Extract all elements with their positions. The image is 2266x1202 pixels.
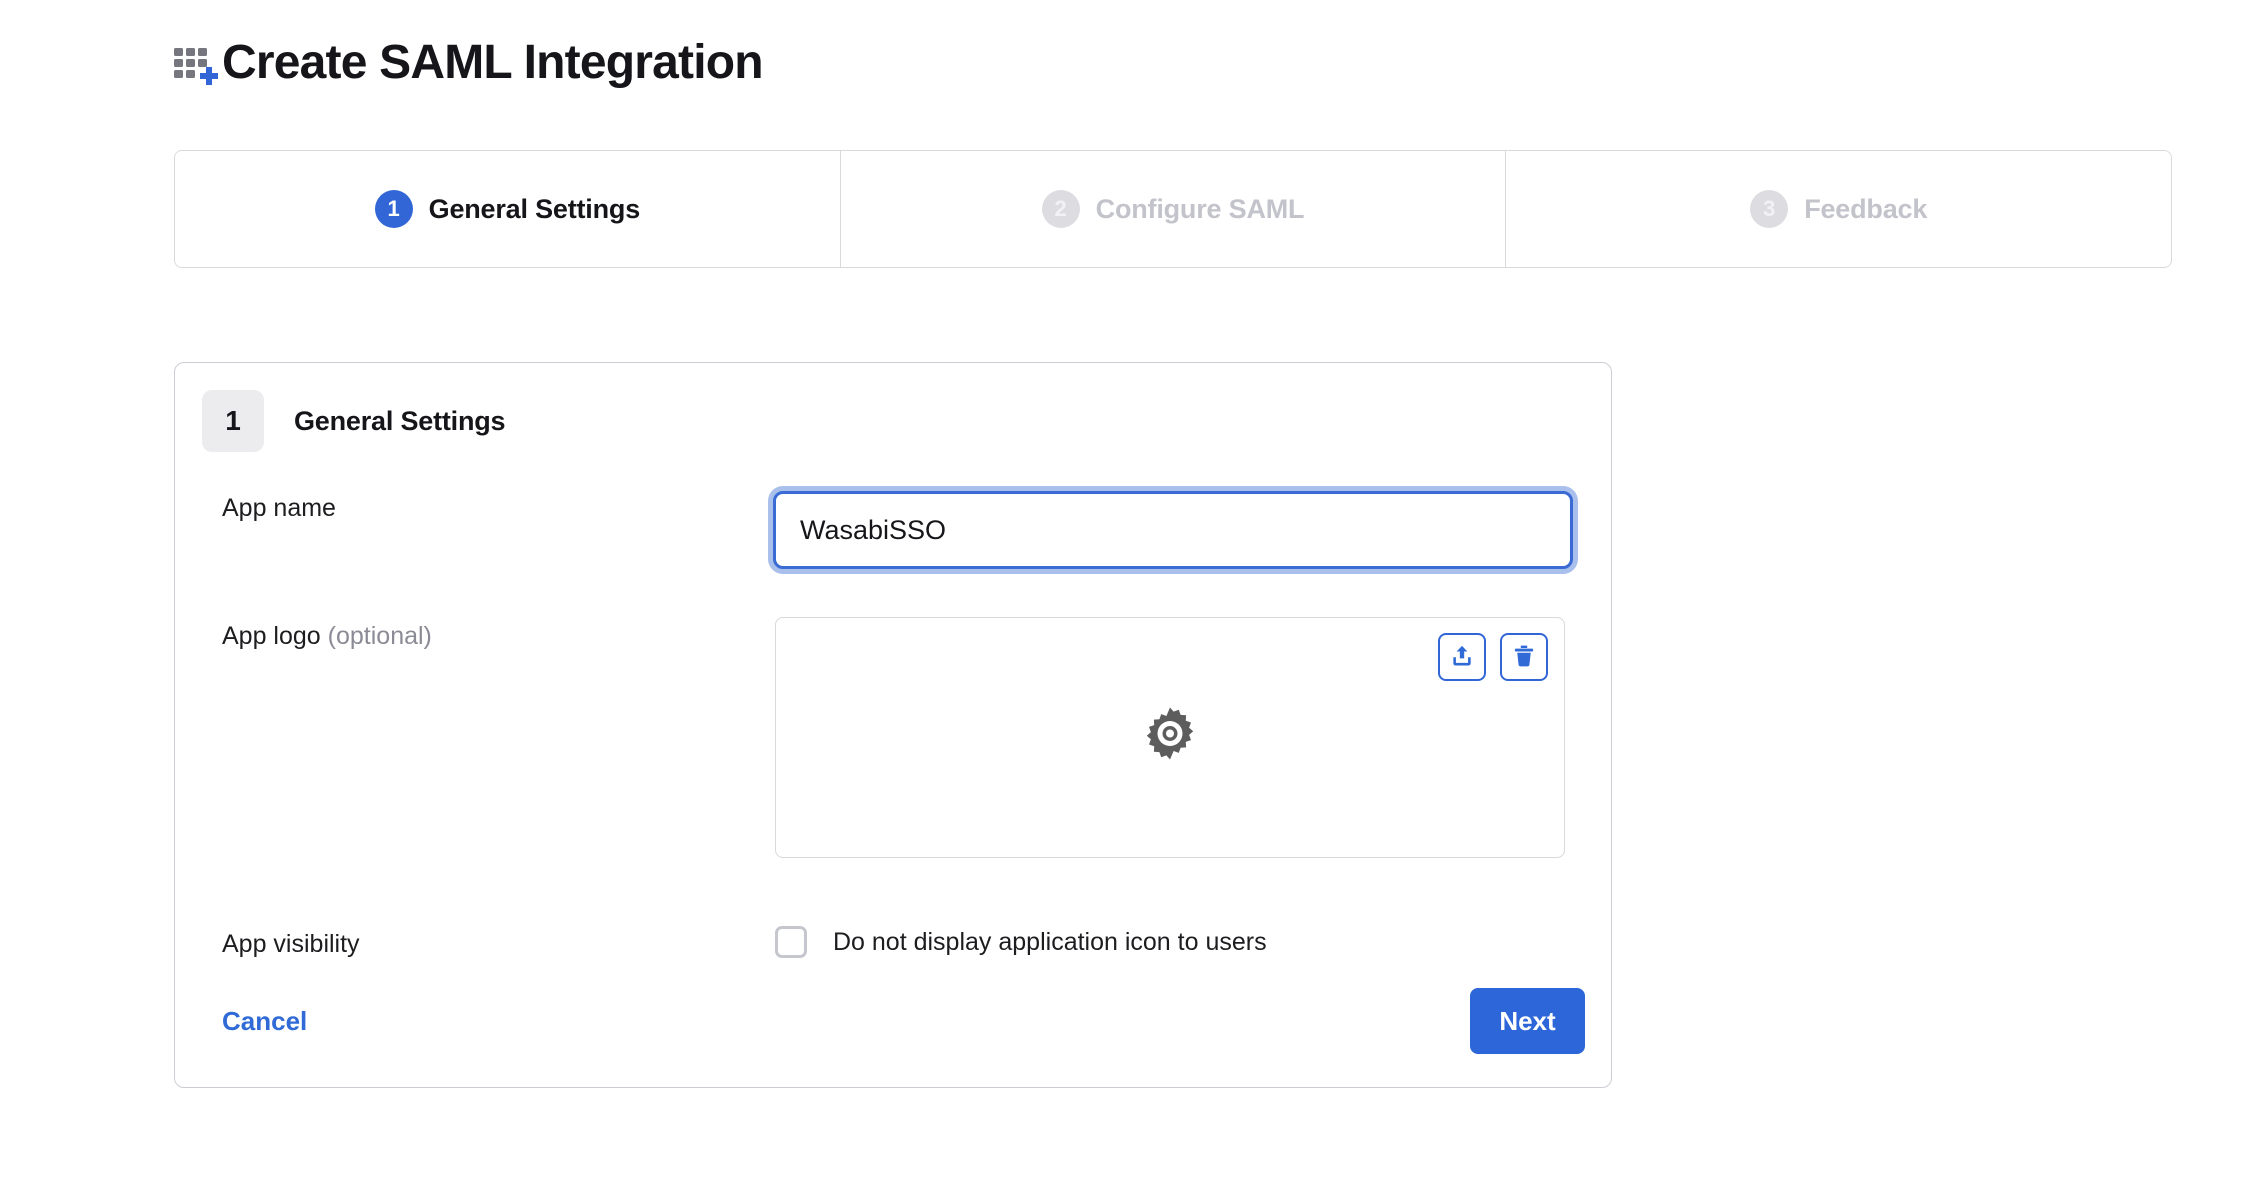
delete-logo-button[interactable]: [1500, 633, 1548, 681]
app-name-input[interactable]: [776, 494, 1570, 566]
card-step-badge: 1: [202, 390, 264, 452]
app-logo-optional-text: (optional): [328, 622, 432, 650]
step-tab-general-settings[interactable]: 1 General Settings: [175, 151, 841, 267]
page-header: Create SAML Integration: [172, 36, 763, 90]
app-grid-plus-icon: [172, 44, 218, 90]
step-label: Feedback: [1804, 194, 1927, 225]
app-logo-dropzone[interactable]: [775, 617, 1565, 858]
step-number-badge: 2: [1042, 190, 1080, 228]
next-button[interactable]: Next: [1470, 988, 1585, 1054]
card-title: General Settings: [294, 406, 505, 437]
step-label: General Settings: [429, 194, 640, 225]
stepper-tabs: 1 General Settings 2 Configure SAML 3 Fe…: [174, 150, 2172, 268]
hide-app-icon-checkbox-label: Do not display application icon to users: [833, 928, 1267, 957]
app-visibility-row: Do not display application icon to users: [775, 926, 1267, 958]
hide-app-icon-checkbox[interactable]: [775, 926, 807, 958]
step-number-badge: 3: [1750, 190, 1788, 228]
app-name-input-wrapper[interactable]: [773, 491, 1573, 569]
app-logo-actions: [1438, 633, 1548, 681]
step-tab-configure-saml[interactable]: 2 Configure SAML: [841, 151, 1507, 267]
trash-icon: [1511, 643, 1537, 672]
step-label: Configure SAML: [1096, 194, 1305, 225]
upload-logo-button[interactable]: [1438, 633, 1486, 681]
app-visibility-label: App visibility: [222, 930, 360, 959]
card-header: 1 General Settings: [202, 390, 505, 452]
gear-icon: [1139, 704, 1201, 771]
app-logo-label-text: App logo: [222, 622, 321, 650]
app-logo-label: App logo (optional): [222, 622, 432, 651]
step-number-badge: 1: [375, 190, 413, 228]
step-tab-feedback[interactable]: 3 Feedback: [1506, 151, 2171, 267]
page-title: Create SAML Integration: [222, 39, 763, 87]
app-name-label: App name: [222, 494, 336, 523]
upload-icon: [1449, 643, 1475, 672]
page-root: Create SAML Integration 1 General Settin…: [0, 0, 2266, 1202]
cancel-button[interactable]: Cancel: [222, 1006, 307, 1037]
